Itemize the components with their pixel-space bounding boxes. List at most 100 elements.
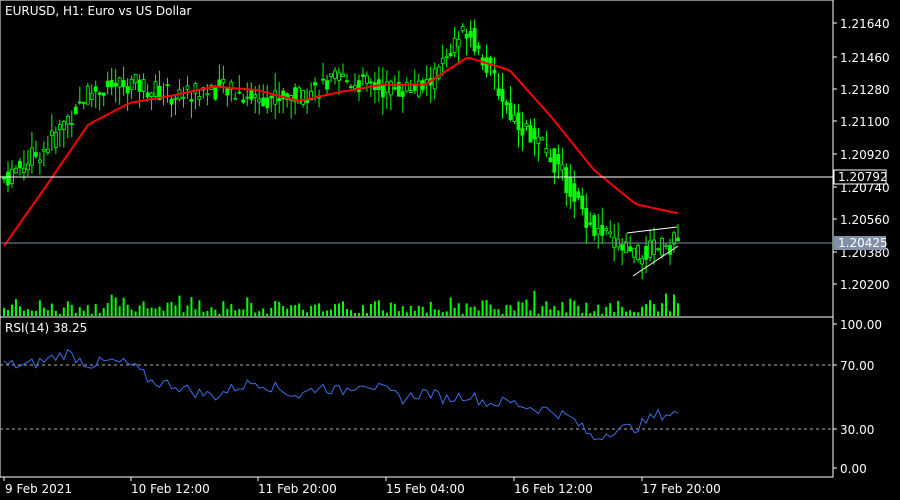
- candle-body: [508, 102, 513, 121]
- candle-body: [57, 124, 62, 130]
- candle-body: [580, 195, 585, 210]
- candle-body: [552, 148, 557, 173]
- candle-body: [49, 130, 54, 136]
- candle-body: [53, 132, 58, 148]
- price-label: 1.21640: [840, 17, 890, 31]
- candle-body: [193, 83, 198, 94]
- price-label: 1.20560: [840, 213, 890, 227]
- candle-body: [261, 97, 266, 107]
- candle-body: [353, 85, 357, 89]
- candle-body: [464, 33, 469, 39]
- candle-body: [61, 121, 66, 131]
- candle-body: [333, 70, 337, 79]
- candle-body: [213, 86, 218, 100]
- candle-body: [628, 246, 633, 252]
- rsi-level-label: 30.00: [840, 423, 874, 437]
- candle-body: [165, 84, 170, 87]
- candle-body: [109, 79, 114, 88]
- rsi-header: RSI(14) 38.25: [5, 321, 87, 335]
- candle-body: [137, 79, 142, 92]
- candle-body: [241, 99, 246, 103]
- candle-body: [117, 77, 122, 88]
- candle-body: [65, 115, 70, 125]
- price-label: 1.20200: [840, 278, 890, 292]
- candle-body: [69, 123, 74, 125]
- candle-body: [660, 237, 664, 256]
- candle-body: [596, 228, 601, 235]
- candle-body: [257, 98, 262, 103]
- candle-body: [369, 81, 373, 84]
- candle-body: [34, 152, 38, 157]
- candle-body: [121, 80, 126, 88]
- candle-body: [564, 167, 569, 194]
- main-chart-header: EURUSD, H1: Euro vs US Dollar: [5, 4, 191, 18]
- rsi-level-label: 70.00: [840, 359, 874, 373]
- rsi-level-label: 0.00: [840, 462, 867, 476]
- price-label: 1.21460: [840, 51, 890, 65]
- candle-body: [105, 80, 110, 88]
- candle-body: [572, 183, 577, 202]
- candle-body: [349, 86, 353, 88]
- candle-body: [576, 191, 581, 199]
- price-label: 1.21100: [840, 115, 890, 129]
- candle-body: [205, 93, 210, 96]
- candle-body: [185, 85, 190, 90]
- candle-body: [484, 57, 489, 73]
- candle-body: [337, 72, 341, 81]
- candle-body: [30, 147, 34, 166]
- candle-body: [301, 90, 306, 105]
- candle-body: [2, 177, 6, 180]
- candle-body: [22, 167, 26, 173]
- candle-body: [624, 241, 629, 254]
- candle-body: [197, 96, 202, 101]
- candle-body: [265, 97, 270, 109]
- candle-body: [672, 232, 676, 245]
- candle-body: [676, 237, 680, 242]
- candle-body: [516, 112, 521, 131]
- candle-body: [189, 99, 194, 102]
- candle-body: [357, 80, 361, 93]
- candle-body: [18, 160, 22, 169]
- time-label: 16 Feb 12:00: [514, 482, 593, 496]
- candle-body: [341, 73, 345, 77]
- candle-body: [656, 248, 660, 251]
- time-label: 17 Feb 20:00: [642, 482, 721, 496]
- candle-body: [644, 246, 648, 260]
- candle-body: [153, 81, 158, 97]
- price-label: 1.21280: [840, 83, 890, 97]
- candle-body: [365, 75, 369, 84]
- candle-body: [173, 97, 178, 100]
- candle-body: [652, 239, 656, 255]
- candle-body: [249, 90, 254, 100]
- candle-body: [476, 45, 481, 49]
- candle-body: [321, 78, 325, 81]
- candle-body: [329, 73, 333, 77]
- candle-body: [664, 244, 668, 247]
- candle-body: [37, 159, 42, 163]
- candle-body: [408, 90, 413, 93]
- candle-body: [145, 92, 150, 98]
- candle-body: [532, 128, 537, 140]
- candle-body: [85, 85, 90, 105]
- candle-body: [416, 80, 421, 97]
- candle-body: [345, 80, 349, 83]
- time-label: 10 Feb 12:00: [131, 482, 210, 496]
- candle-body: [512, 114, 517, 122]
- candle-body: [233, 97, 238, 100]
- candle-body: [636, 245, 641, 260]
- candle-body: [544, 148, 549, 154]
- candle-body: [45, 148, 50, 154]
- candle-body: [528, 125, 533, 143]
- candle-body: [504, 101, 509, 106]
- candle-body: [392, 87, 397, 90]
- candle-body: [325, 80, 329, 90]
- price-label: 1.20920: [840, 148, 890, 162]
- candle-body: [492, 69, 497, 74]
- candle-body: [225, 87, 230, 96]
- candle-body: [89, 92, 94, 101]
- candle-body: [10, 168, 14, 184]
- candle-body: [313, 82, 317, 86]
- candle-body: [237, 91, 242, 94]
- candle-body: [93, 86, 98, 92]
- candle-body: [181, 96, 186, 99]
